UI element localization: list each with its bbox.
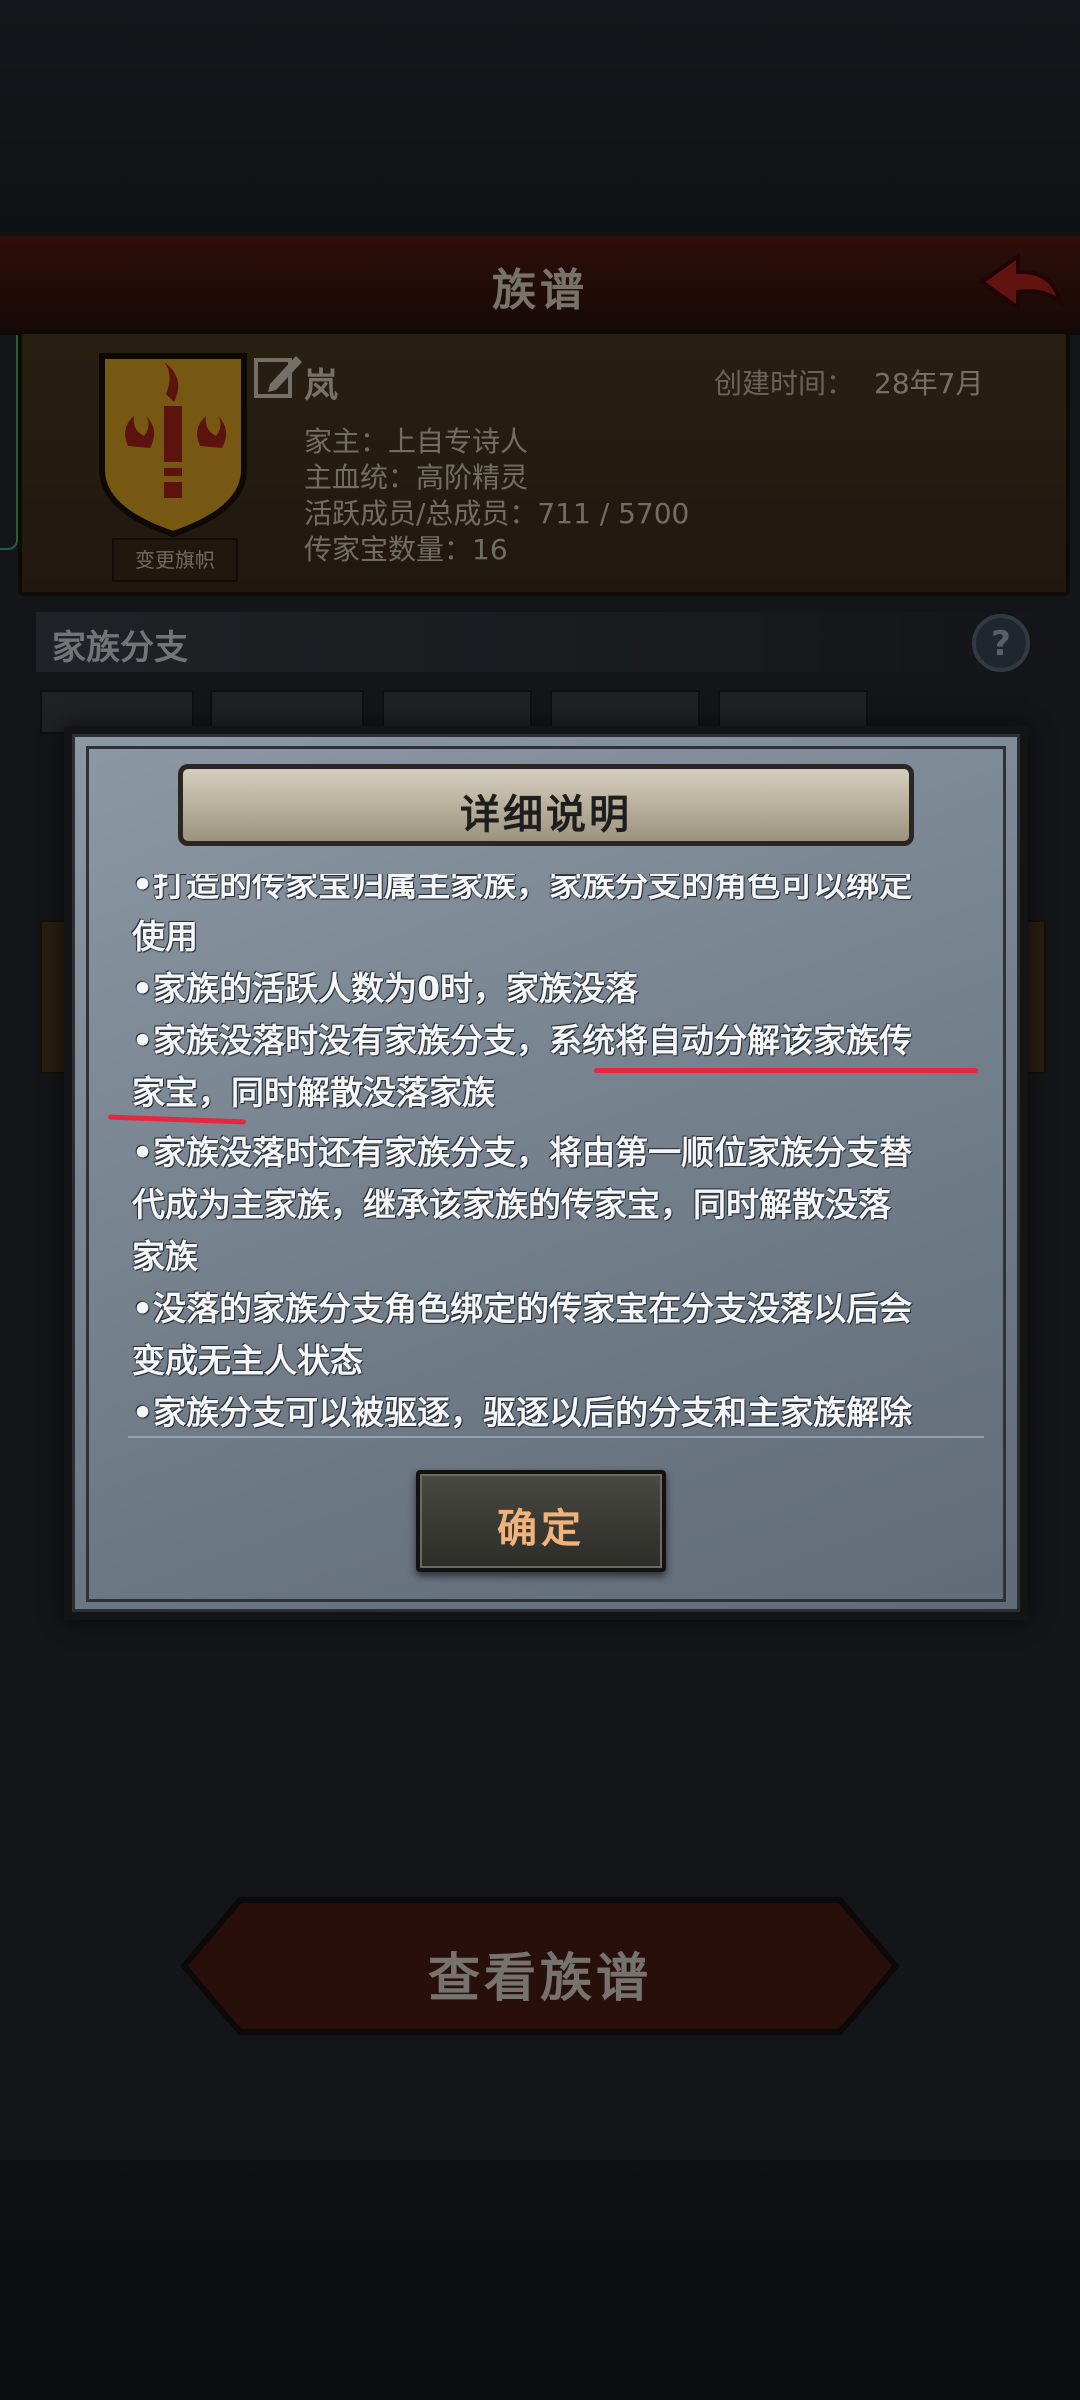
text-divider xyxy=(128,1436,984,1438)
text-line: •打造的传家宝归属主家族，家族分支的角色可以绑定 xyxy=(132,874,913,904)
confirm-button-label[interactable]: 确定 xyxy=(416,1496,666,1554)
text-line: 变成无主人状态 xyxy=(132,1341,363,1380)
text-line: •家族没落时还有家族分支，将由第一顺位家族分支替 xyxy=(132,1133,913,1172)
text-line: 使用 xyxy=(132,917,198,956)
modal-scroll-area[interactable]: •打造的传家宝归属主家族，家族分支的角色可以绑定 使用 •家族的活跃人数为0时，… xyxy=(128,874,984,1434)
text-line: •家族没落时没有家族分支，系统将自动分解该家族传 xyxy=(132,1021,913,1060)
text-line: 代成为主家族，继承该家族的传家宝，同时解散没落 xyxy=(132,1185,891,1224)
text-line: •没落的家族分支角色绑定的传家宝在分支没落以后会 xyxy=(132,1289,913,1328)
modal-title: 详细说明 xyxy=(460,792,632,838)
text-line: •家族的活跃人数为0时，家族没落 xyxy=(132,969,639,1008)
text-line: 家宝，同时解散没落家族 xyxy=(132,1073,495,1112)
text-line: 家族 xyxy=(132,1237,198,1276)
text-line: •家族分支可以被驱逐，驱逐以后的分支和主家族解除 xyxy=(132,1393,913,1432)
highlight-underline xyxy=(594,1068,978,1073)
